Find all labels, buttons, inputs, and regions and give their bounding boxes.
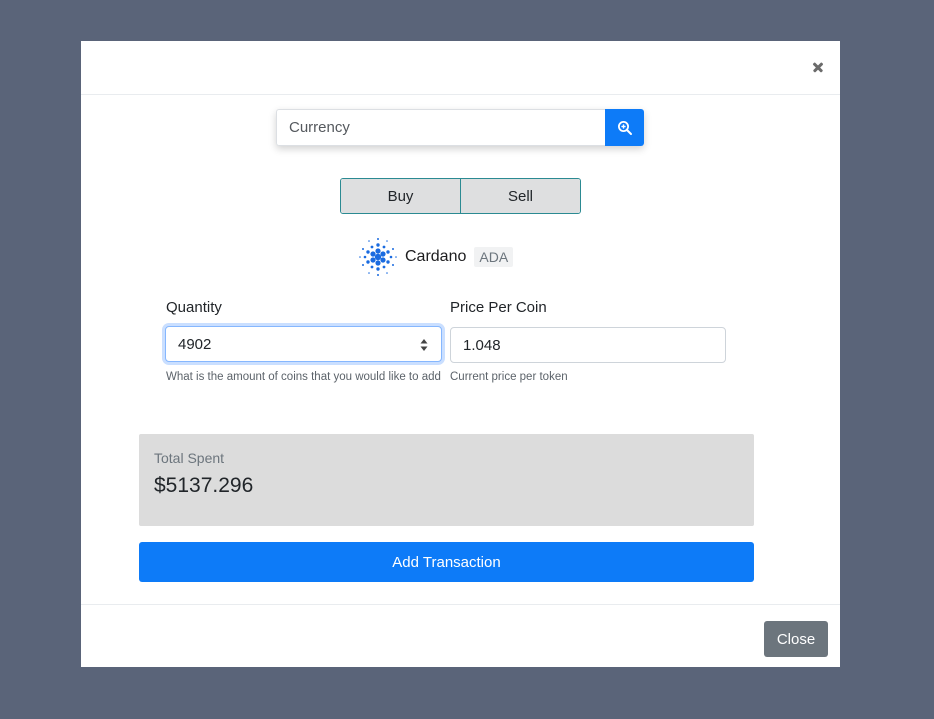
quantity-label: Quantity <box>166 299 222 316</box>
buy-sell-toggle: Buy Sell <box>340 178 581 214</box>
add-transaction-button[interactable]: Add Transaction <box>139 542 754 582</box>
search-icon <box>617 120 632 135</box>
currency-search-input[interactable] <box>276 109 605 146</box>
buy-button[interactable]: Buy <box>341 179 460 213</box>
coin-name: Cardano <box>405 248 467 265</box>
modal-header <box>81 41 840 95</box>
number-stepper-icon[interactable] <box>419 337 429 353</box>
price-help-text: Current price per token <box>450 371 568 383</box>
total-spent-label: Total Spent <box>154 450 225 466</box>
quantity-input[interactable]: 4902 <box>165 326 442 362</box>
price-per-coin-input[interactable]: 1.048 <box>450 327 726 363</box>
coin-symbol-badge: ADA <box>474 247 514 267</box>
quantity-help-text: What is the amount of coins that you wou… <box>166 371 441 383</box>
price-per-coin-label: Price Per Coin <box>450 299 547 316</box>
modal-footer: Close <box>81 604 840 668</box>
quantity-value: 4902 <box>178 335 212 353</box>
currency-search <box>276 109 644 146</box>
add-transaction-modal: Buy Sell <box>81 41 840 667</box>
price-value: 1.048 <box>463 336 501 354</box>
close-icon[interactable] <box>808 57 828 77</box>
cardano-logo-icon <box>359 238 397 276</box>
selected-coin: Cardano ADA <box>355 234 514 280</box>
close-button[interactable]: Close <box>764 621 828 657</box>
search-button[interactable] <box>605 109 644 146</box>
sell-button[interactable]: Sell <box>460 179 580 213</box>
total-spent-panel: Total Spent $5137.296 <box>139 434 754 526</box>
total-spent-value: $5137.296 <box>154 474 254 497</box>
